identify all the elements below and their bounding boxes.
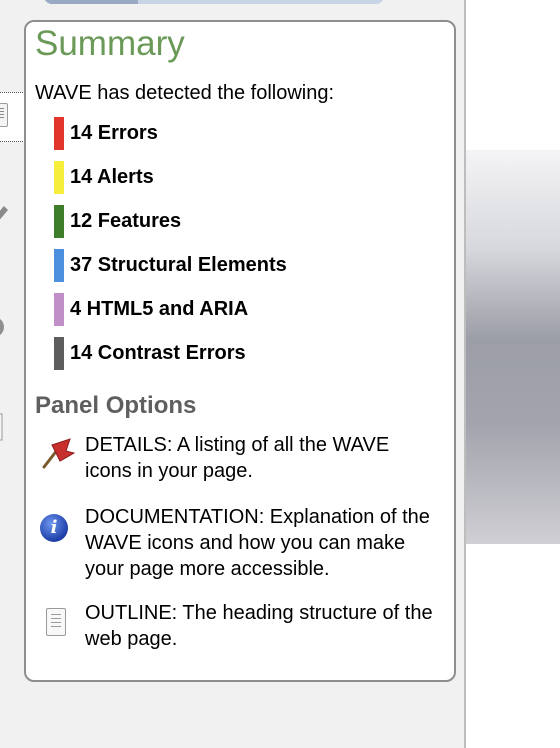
option-documentation-text: DOCUMENTATION: Explanation of the WAVE i…: [85, 506, 430, 580]
summary-intro: WAVE has detected the following:: [35, 82, 335, 104]
info-icon[interactable]: i: [40, 514, 70, 544]
count-label: 14 Alerts: [70, 166, 154, 188]
count-label: 14 Contrast Errors: [70, 342, 246, 364]
outline-icon[interactable]: [46, 608, 76, 638]
count-label: 4 HTML5 and ARIA: [70, 298, 249, 320]
flag-icon[interactable]: [40, 437, 76, 469]
top-tab-active[interactable]: [44, 0, 138, 4]
documentation-tab-icon[interactable]: [0, 312, 14, 342]
summary-tab-icon[interactable]: [0, 92, 25, 142]
details-tab-icon[interactable]: [0, 200, 14, 230]
panel-options-heading: Panel Options: [35, 392, 197, 419]
contrast-color-bar: [54, 337, 64, 370]
features-color-bar: [54, 205, 64, 238]
count-label: 12 Features: [70, 210, 182, 232]
page-background-image: [466, 150, 560, 544]
structural-color-bar: [54, 249, 64, 282]
option-details-text: DETAILS: A listing of all the WAVE icons…: [85, 434, 390, 482]
summary-title: Summary: [35, 24, 185, 63]
alerts-color-bar: [54, 161, 64, 194]
outline-tab-icon[interactable]: [0, 412, 14, 442]
errors-color-bar: [54, 117, 64, 150]
summary-panel: Summary WAVE has detected the following:…: [24, 20, 456, 682]
option-outline-text: OUTLINE: The heading structure of the we…: [85, 602, 433, 650]
count-label: 37 Structural Elements: [70, 254, 287, 276]
count-label: 14 Errors: [70, 122, 158, 144]
wave-sidebar: Summary WAVE has detected the following:…: [0, 0, 466, 748]
aria-color-bar: [54, 293, 64, 326]
